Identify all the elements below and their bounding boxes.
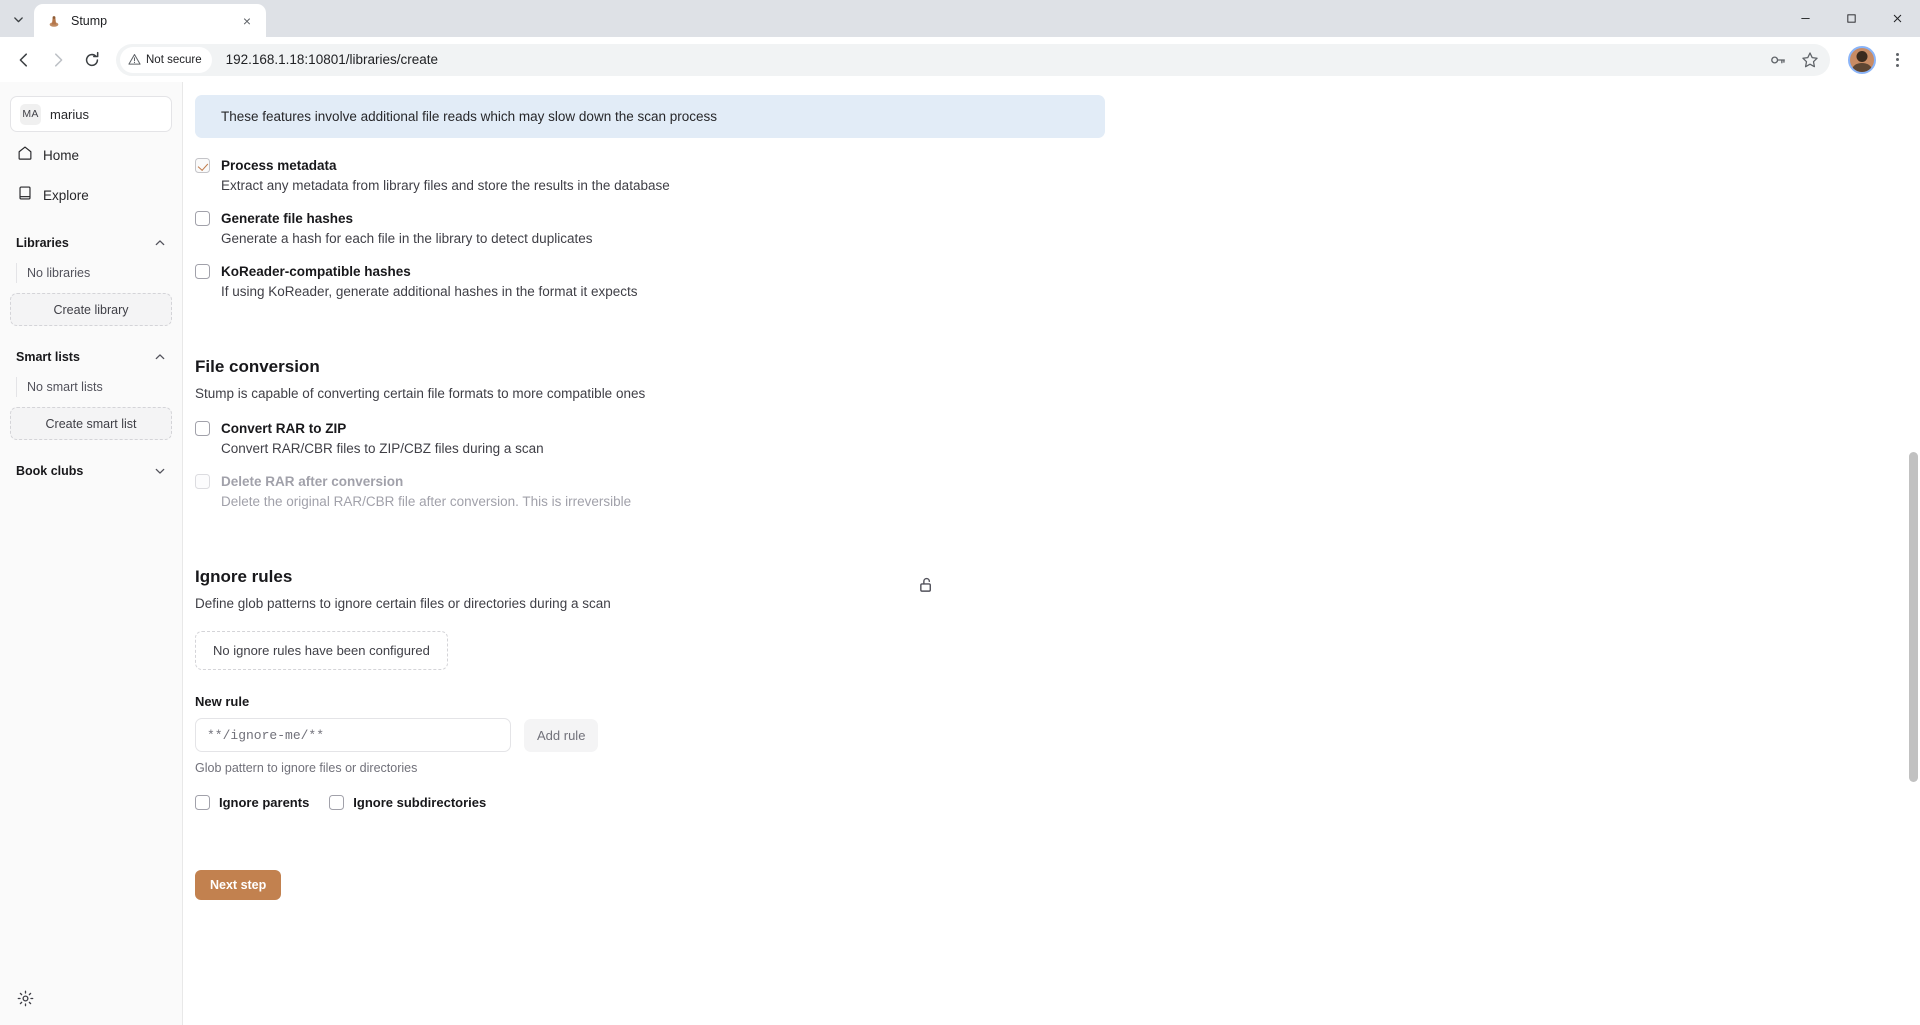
book-icon bbox=[17, 185, 33, 206]
option-convert-rar-to-zip: Convert RAR to ZIP Convert RAR/CBR files… bbox=[195, 421, 1920, 456]
tab-search-chevron-down-icon[interactable] bbox=[4, 5, 32, 33]
window-close-button[interactable] bbox=[1874, 0, 1920, 37]
security-indicator[interactable]: Not secure bbox=[120, 46, 212, 73]
scrollbar-thumb[interactable] bbox=[1909, 452, 1918, 782]
libraries-empty-note: No libraries bbox=[16, 263, 172, 283]
option-title: KoReader-compatible hashes bbox=[221, 264, 411, 279]
tab-title: Stump bbox=[71, 13, 108, 28]
ignore-parents-checkbox[interactable] bbox=[195, 795, 210, 810]
back-icon[interactable] bbox=[8, 44, 40, 76]
tab-close-icon[interactable]: × bbox=[238, 12, 256, 30]
koreader-hashes-checkbox[interactable] bbox=[195, 264, 210, 279]
tab-strip: Stump × bbox=[0, 0, 1920, 37]
section-title: Smart lists bbox=[16, 350, 80, 364]
warning-triangle-icon bbox=[128, 53, 141, 65]
sidebar-item-label: Explore bbox=[43, 188, 89, 203]
section-subtitle: Define glob patterns to ignore certain f… bbox=[195, 596, 611, 611]
file-conversion-header: File conversion Stump is capable of conv… bbox=[195, 357, 935, 401]
create-smart-list-button[interactable]: Create smart list bbox=[10, 407, 172, 440]
new-rule-label: New rule bbox=[195, 694, 250, 709]
option-process-metadata: Process metadata Extract any metadata fr… bbox=[195, 158, 1920, 193]
new-rule-row: Add rule bbox=[195, 718, 1920, 752]
window-minimize-button[interactable] bbox=[1782, 0, 1828, 37]
section-title: Libraries bbox=[16, 236, 69, 250]
sidebar-item-label: Home bbox=[43, 148, 80, 163]
avatar: MA bbox=[20, 103, 41, 125]
profile-avatar[interactable] bbox=[1848, 45, 1876, 74]
security-label: Not secure bbox=[146, 53, 202, 66]
toggle-label: Ignore parents bbox=[219, 795, 310, 810]
option-delete-rar-after-conversion: Delete RAR after conversion Delete the o… bbox=[195, 474, 1920, 509]
reload-icon[interactable] bbox=[76, 44, 108, 76]
unlocked-padlock-icon[interactable] bbox=[918, 567, 935, 599]
scan-features-callout: These features involve additional file r… bbox=[195, 95, 1105, 138]
window-controls bbox=[1782, 0, 1920, 37]
page-viewport: MA marius Home Explore Libraries No libr… bbox=[0, 82, 1920, 1025]
add-rule-button[interactable]: Add rule bbox=[524, 718, 599, 752]
browser-tab[interactable]: Stump × bbox=[34, 4, 266, 37]
convert-rar-to-zip-checkbox[interactable] bbox=[195, 421, 210, 436]
chevron-up-icon[interactable] bbox=[154, 237, 166, 249]
ignore-rules-empty-state: No ignore rules have been configured bbox=[195, 631, 448, 670]
process-metadata-checkbox[interactable] bbox=[195, 158, 210, 173]
option-title: Generate file hashes bbox=[221, 211, 354, 226]
option-description: Extract any metadata from library files … bbox=[221, 178, 670, 193]
option-description: Convert RAR/CBR files to ZIP/CBZ files d… bbox=[221, 441, 544, 456]
forward-icon[interactable] bbox=[42, 44, 74, 76]
password-key-icon[interactable] bbox=[1764, 46, 1792, 74]
browser-toolbar: Not secure 192.168.1.18:10801/libraries/… bbox=[0, 37, 1920, 82]
main-content: These features involve additional file r… bbox=[183, 82, 1920, 1025]
ignore-parents-toggle[interactable]: Ignore parents bbox=[195, 795, 309, 810]
user-chip[interactable]: MA marius bbox=[10, 96, 172, 132]
option-title: Process metadata bbox=[221, 158, 337, 173]
ignore-subdirectories-toggle[interactable]: Ignore subdirectories bbox=[329, 795, 486, 810]
url-text: 192.168.1.18:10801/libraries/create bbox=[225, 52, 439, 67]
option-description: Delete the original RAR/CBR file after c… bbox=[221, 494, 632, 509]
sidebar-item-explore[interactable]: Explore bbox=[10, 179, 172, 212]
submit-row: Next step bbox=[195, 870, 1920, 960]
stump-favicon-icon bbox=[45, 12, 62, 29]
option-generate-file-hashes: Generate file hashes Generate a hash for… bbox=[195, 211, 1920, 246]
three-dot-menu-icon[interactable] bbox=[1882, 45, 1912, 75]
browser-window: Stump × Not secure 192.168.1.18:10801/li… bbox=[0, 0, 1920, 1025]
star-icon[interactable] bbox=[1796, 46, 1824, 74]
chevron-up-icon[interactable] bbox=[154, 351, 166, 363]
section-subtitle: Stump is capable of converting certain f… bbox=[195, 386, 646, 401]
file-conversion-options: Convert RAR to ZIP Convert RAR/CBR files… bbox=[183, 421, 1920, 509]
chevron-down-icon[interactable] bbox=[154, 465, 166, 477]
sidebar-section-book-clubs[interactable]: Book clubs bbox=[10, 460, 172, 482]
omnibox-actions bbox=[1764, 46, 1824, 74]
window-maximize-button[interactable] bbox=[1828, 0, 1874, 37]
sidebar-item-home[interactable]: Home bbox=[10, 139, 172, 172]
section-title: Book clubs bbox=[16, 464, 84, 478]
option-title: Delete RAR after conversion bbox=[221, 474, 404, 489]
ignore-rule-toggles: Ignore parents Ignore subdirectories bbox=[195, 795, 1920, 810]
toggle-label: Ignore subdirectories bbox=[353, 795, 487, 810]
sidebar-section-smart-lists[interactable]: Smart lists bbox=[10, 346, 172, 368]
option-koreader-hashes: KoReader-compatible hashes If using KoRe… bbox=[195, 264, 1920, 299]
app-sidebar: MA marius Home Explore Libraries No libr… bbox=[0, 82, 183, 1025]
gear-icon[interactable] bbox=[12, 985, 38, 1011]
generate-file-hashes-checkbox[interactable] bbox=[195, 211, 210, 226]
home-icon bbox=[17, 145, 33, 166]
page-scrollbar[interactable] bbox=[1905, 82, 1920, 1025]
next-step-button[interactable]: Next step bbox=[195, 870, 282, 900]
option-title: Convert RAR to ZIP bbox=[221, 421, 347, 436]
ignore-rules-header: Ignore rules Define glob patterns to ign… bbox=[195, 567, 935, 611]
user-name: marius bbox=[50, 106, 90, 122]
create-library-button[interactable]: Create library bbox=[10, 293, 172, 326]
new-rule-help-text: Glob pattern to ignore files or director… bbox=[195, 761, 418, 775]
section-heading: Ignore rules bbox=[195, 567, 293, 586]
delete-rar-after-conversion-checkbox bbox=[195, 474, 210, 489]
ignore-subdirectories-checkbox[interactable] bbox=[329, 795, 345, 810]
section-heading: File conversion bbox=[195, 357, 320, 376]
smart-lists-empty-note: No smart lists bbox=[16, 377, 172, 397]
address-bar[interactable]: Not secure 192.168.1.18:10801/libraries/… bbox=[116, 43, 1830, 76]
sidebar-section-libraries[interactable]: Libraries bbox=[10, 232, 172, 254]
new-rule-input[interactable] bbox=[195, 718, 511, 752]
option-description: If using KoReader, generate additional h… bbox=[221, 284, 638, 299]
scan-options-group: Process metadata Extract any metadata fr… bbox=[183, 158, 1920, 299]
option-description: Generate a hash for each file in the lib… bbox=[221, 231, 593, 246]
